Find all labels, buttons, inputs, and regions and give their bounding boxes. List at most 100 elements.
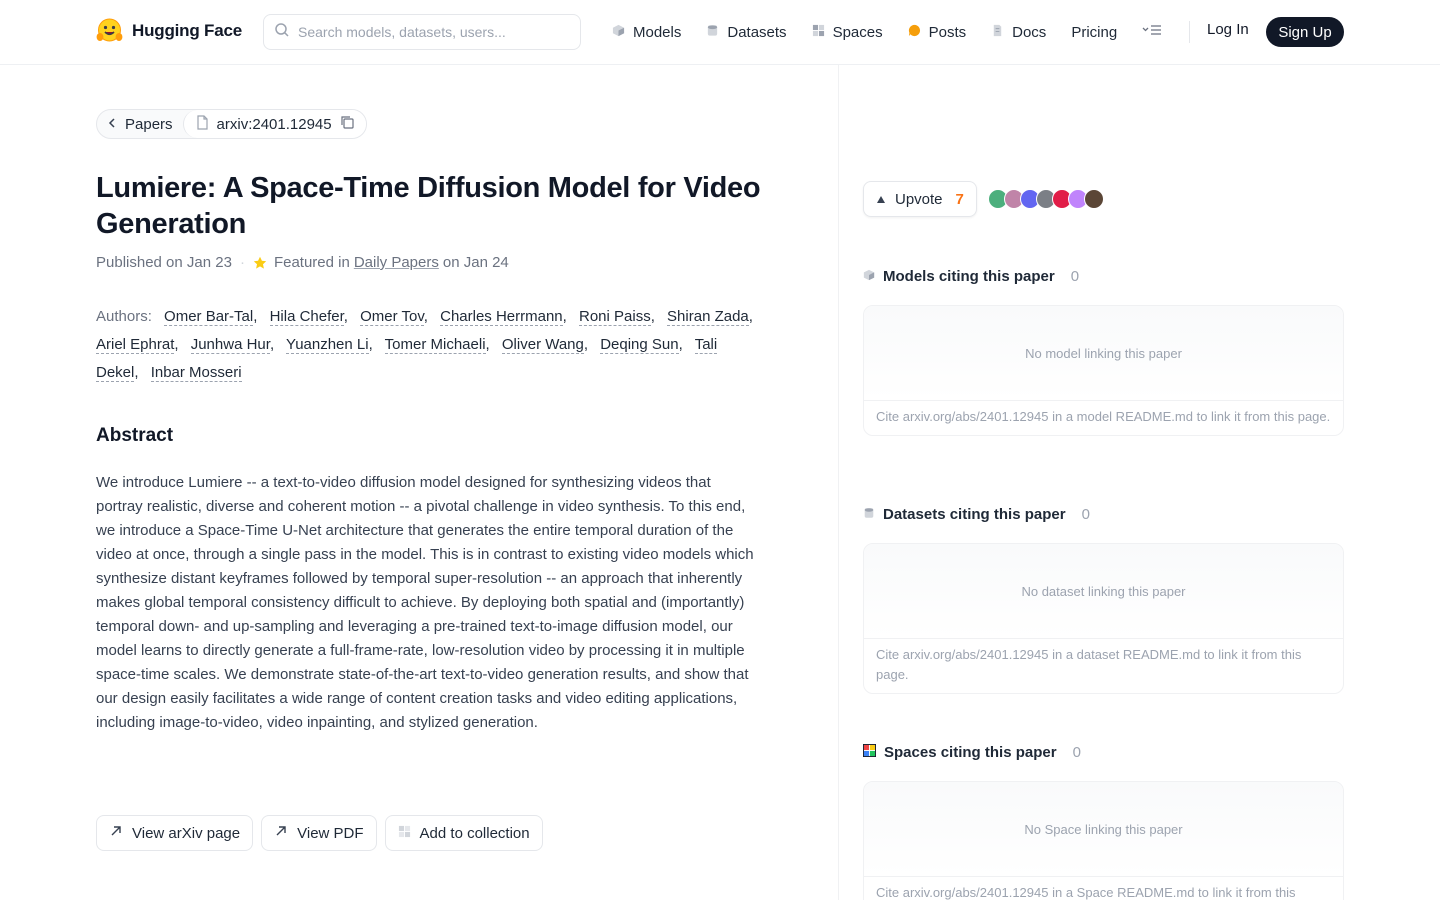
author-link[interactable]: Inbar Mosseri <box>150 364 242 382</box>
author-link[interactable]: Junhwa Hur <box>190 336 270 354</box>
main-nav: Models Datasets Spaces Posts Docs Pricin… <box>612 20 1162 44</box>
author-link[interactable]: Oliver Wang <box>501 336 584 354</box>
daily-papers-link[interactable]: Daily Papers <box>354 254 439 271</box>
docs-icon <box>991 24 1004 41</box>
abstract-heading: Abstract <box>96 425 174 446</box>
author-separator: , <box>678 336 683 353</box>
search-icon <box>274 22 290 43</box>
search-box[interactable] <box>263 14 581 50</box>
datasets-citing-box: No dataset linking this paper Cite arxiv… <box>863 543 1344 694</box>
nav-docs[interactable]: Docs <box>991 24 1046 41</box>
nav-spaces-label: Spaces <box>832 23 883 41</box>
author-separator: , <box>253 308 258 325</box>
spaces-empty-state: No Space linking this paper <box>864 782 1343 877</box>
upvoter-avatars <box>988 189 1104 209</box>
authors-label: Authors: <box>96 308 152 325</box>
spaces-colorful-icon <box>863 744 876 761</box>
nav-datasets-label: Datasets <box>727 23 787 41</box>
nav-posts-label: Posts <box>928 23 967 41</box>
nav-spaces[interactable]: Spaces <box>812 24 883 41</box>
datasets-citing-header: Datasets citing this paper 0 <box>863 506 1090 523</box>
models-citing-header: Models citing this paper 0 <box>863 268 1079 285</box>
nav-pricing[interactable]: Pricing <box>1071 24 1117 41</box>
nav-models-label: Models <box>633 23 682 41</box>
login-link[interactable]: Log In <box>1207 21 1249 38</box>
signup-button[interactable]: Sign Up <box>1266 17 1344 47</box>
models-citing-title: Models citing this paper <box>883 268 1055 285</box>
upvote-label: Upvote <box>895 190 943 208</box>
author-link[interactable]: Hila Chefer <box>269 308 344 326</box>
author-link[interactable]: Omer Bar-Tal <box>164 308 254 326</box>
author-separator: , <box>423 308 428 325</box>
brand-logo-link[interactable]: Hugging Face <box>96 17 242 44</box>
posts-bubble-icon <box>908 24 921 41</box>
view-pdf-button[interactable]: View PDF <box>261 815 377 851</box>
spaces-citing-count: 0 <box>1072 744 1081 761</box>
view-arxiv-label: View arXiv page <box>132 824 241 842</box>
copy-icon[interactable] <box>340 115 354 133</box>
author-link[interactable]: Shiran Zada <box>667 308 749 326</box>
spaces-citing-box: No Space linking this paper Cite arxiv.o… <box>863 781 1344 900</box>
spaces-cite-note: Cite arxiv.org/abs/2401.12945 in a Space… <box>876 885 1296 900</box>
author-link[interactable]: Roni Paiss <box>579 308 651 326</box>
back-label: Papers <box>125 115 173 133</box>
nav-posts[interactable]: Posts <box>908 23 967 41</box>
author-separator: , <box>562 308 567 325</box>
published-date: Published on Jan 23 <box>96 254 232 271</box>
author-separator: , <box>368 336 373 353</box>
author-separator: , <box>485 336 490 353</box>
authors-list: Authors: Omer Bar-Tal, Hila Chefer, Omer… <box>96 303 766 387</box>
models-citing-box: No model linking this paper Cite arxiv.o… <box>863 305 1344 436</box>
breadcrumb: Papers arxiv:2401.12945 <box>96 109 367 139</box>
upvote-button[interactable]: Upvote 7 <box>863 181 977 217</box>
paper-meta: Published on Jan 23 · Featured in Daily … <box>96 254 509 271</box>
paper-id-chip: arxiv:2401.12945 <box>182 110 366 138</box>
star-icon <box>253 256 267 270</box>
nav-models[interactable]: Models <box>612 24 681 41</box>
author-separator: , <box>174 336 179 353</box>
hugging-face-logo-icon <box>96 17 123 44</box>
model-cube-icon <box>863 268 875 285</box>
upvote-count: 7 <box>955 190 964 208</box>
author-separator: , <box>583 336 589 353</box>
brand-name: Hugging Face <box>132 20 242 40</box>
upvote-triangle-icon <box>876 191 886 208</box>
featured-suffix: on Jan 24 <box>442 254 509 271</box>
datasets-empty-state: No dataset linking this paper <box>864 544 1343 639</box>
models-empty-state: No model linking this paper <box>864 306 1343 401</box>
author-separator: , <box>748 308 753 325</box>
paper-title: Lumiere: A Space-Time Diffusion Model fo… <box>96 172 761 240</box>
model-cube-icon <box>612 24 625 41</box>
paper-id: arxiv:2401.12945 <box>216 115 332 133</box>
nav-pricing-label: Pricing <box>1071 23 1118 41</box>
search-input[interactable] <box>298 24 568 40</box>
dataset-icon <box>863 506 875 523</box>
datasets-citing-title: Datasets citing this paper <box>883 506 1066 523</box>
column-divider <box>838 65 839 900</box>
spaces-citing-header: Spaces citing this paper 0 <box>863 744 1081 761</box>
paper-actions: View arXiv page View PDF Add to collecti… <box>96 815 543 851</box>
author-link[interactable]: Ariel Ephrat <box>96 336 175 354</box>
add-to-collection-button[interactable]: Add to collection <box>384 815 543 851</box>
abstract-text: We introduce Lumiere -- a text-to-video … <box>96 474 754 731</box>
author-link[interactable]: Charles Herrmann <box>440 308 563 326</box>
upvoter-avatar[interactable] <box>1084 189 1104 209</box>
document-icon <box>196 114 209 134</box>
more-menu-button[interactable] <box>1142 23 1162 42</box>
dataset-icon <box>706 24 719 41</box>
author-link[interactable]: Deqing Sun <box>600 336 679 354</box>
top-navbar: Hugging Face Models Datasets Spaces <box>0 0 1440 65</box>
nav-datasets[interactable]: Datasets <box>706 23 787 41</box>
author-link[interactable]: Omer Tov <box>360 308 424 326</box>
nav-docs-label: Docs <box>1012 23 1047 41</box>
view-arxiv-button[interactable]: View arXiv page <box>96 815 254 851</box>
external-link-arrow-icon <box>274 824 288 842</box>
external-link-arrow-icon <box>109 824 123 842</box>
more-menu-icon <box>1142 23 1162 42</box>
models-citing-count: 0 <box>1070 268 1080 285</box>
back-to-papers-link[interactable]: Papers <box>97 110 183 138</box>
datasets-cite-note: Cite arxiv.org/abs/2401.12945 in a datas… <box>876 647 1302 682</box>
author-link[interactable]: Tomer Michaeli <box>384 336 486 354</box>
author-link[interactable]: Yuanzhen Li <box>286 336 369 354</box>
author-separator: , <box>650 308 655 325</box>
